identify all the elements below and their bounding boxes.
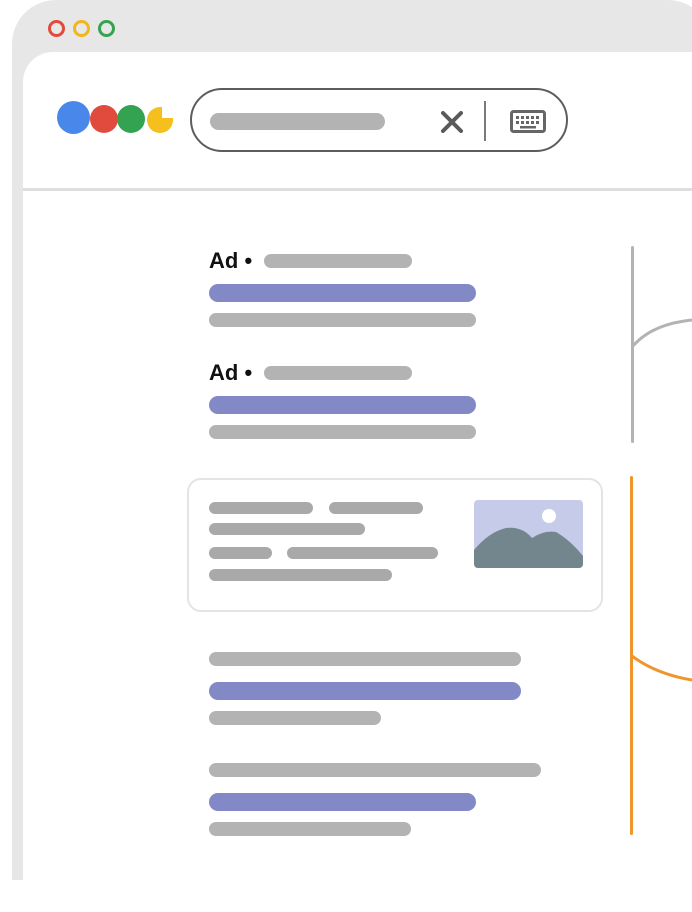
header-divider (23, 188, 692, 191)
search-query-placeholder (210, 113, 385, 130)
ad-title-link[interactable] (209, 396, 476, 414)
result-title-link[interactable] (209, 682, 521, 700)
window-maximize-button[interactable] (98, 20, 115, 37)
ad-result-2: Ad • (209, 362, 252, 385)
organic-bracket-curve (631, 654, 692, 682)
ad-description-placeholder (209, 425, 476, 439)
search-divider (484, 101, 486, 141)
card-text-placeholder (209, 547, 272, 559)
result-title-link[interactable] (209, 793, 476, 811)
ad-title-link[interactable] (209, 284, 476, 302)
result-description-placeholder (209, 822, 411, 836)
result-url-placeholder (209, 763, 541, 777)
google-logo-icon[interactable] (57, 101, 177, 137)
ad-label: Ad • (209, 360, 253, 385)
landscape-image-icon (474, 500, 583, 568)
window-close-button[interactable] (48, 20, 65, 37)
card-text-placeholder (329, 502, 423, 514)
ad-label: Ad • (209, 248, 253, 273)
ad-url-placeholder (264, 254, 412, 268)
result-description-placeholder (209, 711, 381, 725)
logo-green-dot (117, 105, 145, 133)
card-text-placeholder (209, 569, 392, 581)
logo-yellow-shape (147, 107, 173, 133)
logo-blue-dot (57, 101, 90, 134)
card-text-placeholder (209, 502, 313, 514)
result-url-placeholder (209, 652, 521, 666)
ad-url-placeholder (264, 366, 412, 380)
ad-description-placeholder (209, 313, 476, 327)
card-text-placeholder (287, 547, 438, 559)
card-text-placeholder (209, 523, 365, 535)
ad-result-1: Ad • (209, 250, 252, 273)
close-icon[interactable] (440, 111, 464, 133)
logo-red-dot (90, 105, 118, 133)
window-minimize-button[interactable] (73, 20, 90, 37)
ads-bracket-curve (632, 318, 692, 347)
keyboard-icon[interactable] (510, 110, 546, 133)
